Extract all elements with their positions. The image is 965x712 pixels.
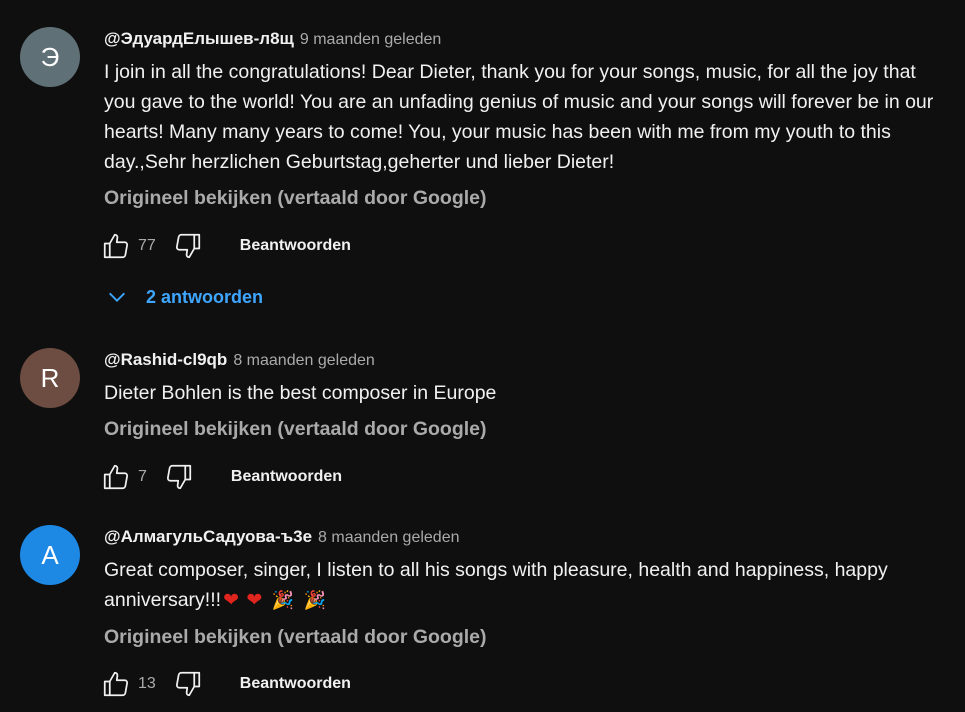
thumbs-up-icon bbox=[103, 233, 129, 259]
thumbs-down-icon bbox=[175, 671, 200, 697]
comment-timestamp[interactable]: 9 maanden geleden bbox=[300, 31, 441, 49]
comment-text: Great composer, singer, I listen to all … bbox=[104, 555, 944, 616]
like-button[interactable] bbox=[100, 461, 132, 493]
comment-author[interactable]: @Rashid-cl9qb bbox=[104, 350, 227, 370]
view-original-link[interactable]: Origineel bekijken (vertaald door Google… bbox=[104, 414, 955, 444]
comment-header: @ЭдуардЕлышев-л8щ 9 maanden geleden bbox=[104, 29, 955, 53]
comment-actions: 13 Beantwoorden bbox=[100, 664, 351, 704]
heart-emoji: ❤ bbox=[223, 590, 239, 611]
comment-text: I join in all the congratulations! Dear … bbox=[104, 61, 934, 173]
chevron-down-icon bbox=[109, 292, 125, 302]
comments-section: Э @ЭдуардЕлышев-л8щ 9 maanden geleden I … bbox=[0, 0, 965, 712]
like-count: 7 bbox=[138, 468, 147, 485]
party-popper-emoji: 🎉 bbox=[271, 590, 295, 610]
reply-button[interactable]: Beantwoorden bbox=[240, 237, 351, 255]
dislike-button[interactable] bbox=[163, 461, 195, 493]
avatar-letter: A bbox=[41, 539, 59, 570]
comment-text: Dieter Bohlen is the best composer in Eu… bbox=[104, 382, 497, 404]
like-button[interactable] bbox=[100, 230, 132, 262]
comment-header: @Rashid-cl9qb 8 maanden geleden bbox=[104, 350, 955, 374]
dislike-button[interactable] bbox=[172, 668, 204, 700]
replies-count-label: 2 antwoorden bbox=[146, 286, 264, 307]
like-count: 13 bbox=[138, 675, 156, 692]
reply-button[interactable]: Beantwoorden bbox=[240, 675, 351, 693]
avatar-letter: R bbox=[40, 362, 60, 393]
reply-button[interactable]: Beantwoorden bbox=[231, 468, 342, 486]
thumbs-down-icon bbox=[166, 464, 192, 490]
comment-timestamp[interactable]: 8 maanden geleden bbox=[318, 529, 459, 547]
avatar[interactable]: R bbox=[20, 348, 80, 408]
like-count: 77 bbox=[138, 237, 156, 254]
view-original-link[interactable]: Origineel bekijken (vertaald door Google… bbox=[104, 183, 955, 213]
thumbs-up-icon bbox=[103, 671, 129, 697]
comment-text-body: Great composer, singer, I listen to all … bbox=[104, 559, 888, 611]
thumbs-up-icon bbox=[103, 464, 129, 490]
thumbs-down-icon bbox=[175, 233, 200, 259]
comment-author[interactable]: @АлмагульСадуова-ъ3е bbox=[104, 527, 312, 547]
dislike-button[interactable] bbox=[172, 230, 204, 262]
view-original-link[interactable]: Origineel bekijken (vertaald door Google… bbox=[104, 622, 955, 652]
party-popper-emoji: 🎉 bbox=[303, 590, 327, 610]
show-replies-button[interactable]: 2 antwoorden bbox=[106, 279, 263, 315]
avatar[interactable]: A bbox=[20, 525, 80, 585]
avatar[interactable]: Э bbox=[20, 27, 80, 87]
like-button[interactable] bbox=[100, 668, 132, 700]
comment-actions: 77 Beantwoorden bbox=[100, 226, 351, 266]
comment-header: @АлмагульСадуова-ъ3е 8 maanden geleden bbox=[104, 527, 955, 551]
comment-actions: 7 Beantwoorden bbox=[100, 457, 342, 497]
comment-timestamp[interactable]: 8 maanden geleden bbox=[233, 352, 374, 370]
avatar-letter: Э bbox=[40, 41, 60, 72]
comment-author[interactable]: @ЭдуардЕлышев-л8щ bbox=[104, 29, 294, 49]
heart-emoji: ❤ bbox=[246, 590, 263, 611]
